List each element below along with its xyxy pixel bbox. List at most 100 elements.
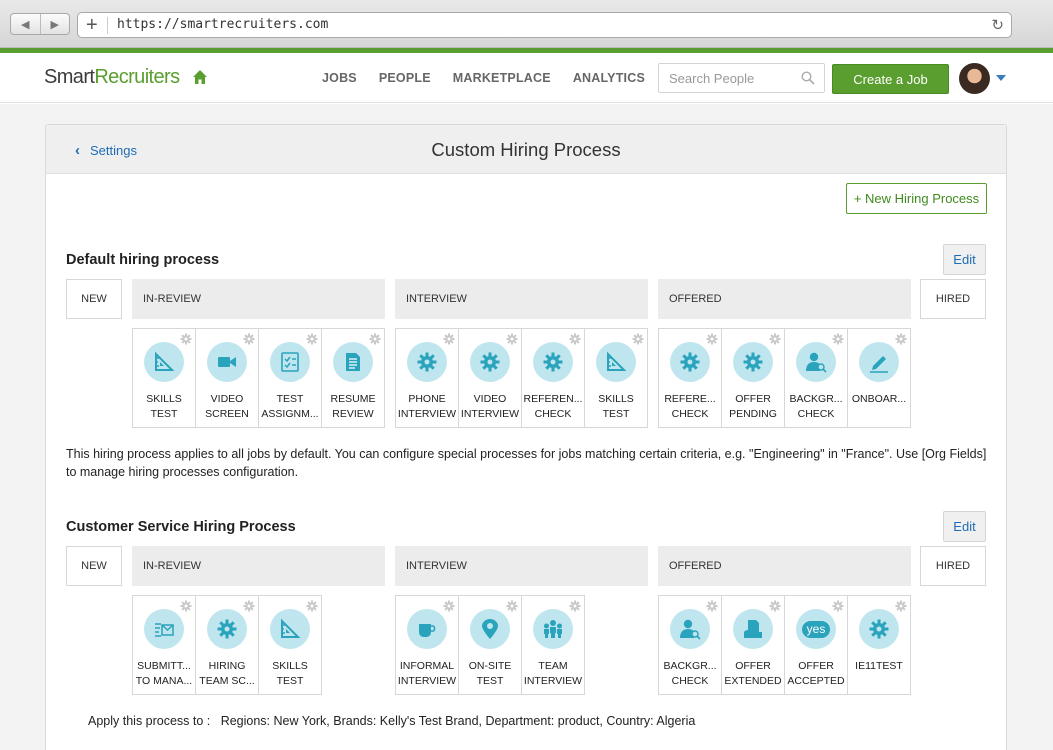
step-card[interactable]: VIDEO INTERVIEW (458, 328, 522, 428)
step-card[interactable]: TEAM INTERVIEW (521, 595, 585, 695)
stage-interview[interactable]: INTERVIEW (395, 546, 648, 586)
user-avatar[interactable] (959, 63, 990, 94)
step-card[interactable]: yes OFFER ACCEPTED (784, 595, 848, 695)
step-settings-gear-icon[interactable] (895, 332, 907, 345)
step-settings-gear-icon[interactable] (706, 599, 718, 612)
step-label: TEAM INTERVIEW (523, 660, 583, 687)
gear-icon (470, 342, 510, 382)
step-card[interactable]: SKILLS TEST (584, 328, 648, 428)
step-label: INFORMAL INTERVIEW (397, 660, 457, 687)
stage-interview[interactable]: INTERVIEW (395, 279, 648, 319)
new-tab-plus-icon[interactable]: + (86, 14, 98, 36)
step-label: OFFER ACCEPTED (787, 660, 845, 687)
stage-in-review[interactable]: IN-REVIEW (132, 279, 385, 319)
create-job-button[interactable]: Create a Job (832, 64, 949, 94)
step-label: OFFER EXTENDED (724, 660, 782, 687)
step-label: RESUME REVIEW (330, 393, 376, 420)
step-card[interactable]: INFORMAL INTERVIEW (395, 595, 459, 695)
person-search-icon (670, 609, 710, 649)
back-arrow-icon[interactable]: ◀ (11, 14, 41, 34)
step-settings-gear-icon[interactable] (895, 599, 907, 612)
step-label: BACKGR... CHECK (663, 660, 717, 687)
step-settings-gear-icon[interactable] (832, 599, 844, 612)
step-card[interactable]: REFERE... CHECK (658, 328, 722, 428)
step-label: TEST ASSIGNM... (261, 393, 319, 420)
user-menu-caret-icon[interactable] (996, 75, 1006, 81)
step-card[interactable]: OFFER EXTENDED (721, 595, 785, 695)
step-card[interactable]: PHONE INTERVIEW (395, 328, 459, 428)
step-label: PHONE INTERVIEW (397, 393, 457, 420)
step-settings-gear-icon[interactable] (443, 599, 455, 612)
step-settings-gear-icon[interactable] (769, 599, 781, 612)
stage-new[interactable]: NEW (66, 546, 122, 586)
step-card[interactable]: BACKGR... CHECK (784, 328, 848, 428)
step-settings-gear-icon[interactable] (443, 332, 455, 345)
step-settings-gear-icon[interactable] (180, 332, 192, 345)
step-settings-gear-icon[interactable] (769, 332, 781, 345)
nav-people[interactable]: PEOPLE (379, 71, 431, 85)
step-settings-gear-icon[interactable] (306, 599, 318, 612)
stage-hired[interactable]: HIRED (920, 546, 986, 586)
step-card[interactable]: ON-SITE TEST (458, 595, 522, 695)
address-bar[interactable]: + https://smartrecruiters.com ↻ (77, 12, 1012, 38)
page-title: Custom Hiring Process (431, 139, 621, 160)
nav-jobs[interactable]: JOBS (322, 71, 357, 85)
stage-in-review[interactable]: IN-REVIEW (132, 546, 385, 586)
logo-text-recruiters: Recruiters (94, 66, 180, 88)
nav-marketplace[interactable]: MARKETPLACE (453, 71, 551, 85)
process-title: Customer Service Hiring Process (66, 519, 296, 535)
person-search-icon (796, 342, 836, 382)
step-settings-gear-icon[interactable] (369, 332, 381, 345)
smartrecruiters-logo[interactable]: SmartRecruiters (44, 66, 180, 89)
step-label: SKILLS TEST (272, 660, 308, 687)
step-settings-gear-icon[interactable] (569, 332, 581, 345)
step-settings-gear-icon[interactable] (706, 332, 718, 345)
home-icon[interactable] (192, 69, 208, 85)
step-label: OFFER PENDING (729, 393, 777, 420)
step-settings-gear-icon[interactable] (306, 332, 318, 345)
stage-new[interactable]: NEW (66, 279, 122, 319)
browser-toolbar: ◀ ▶ + https://smartrecruiters.com ↻ (0, 0, 1053, 48)
new-hiring-process-button[interactable]: + New Hiring Process (846, 183, 987, 214)
step-settings-gear-icon[interactable] (569, 599, 581, 612)
step-settings-gear-icon[interactable] (632, 332, 644, 345)
main-navigation: JOBS PEOPLE MARKETPLACE ANALYTICS (322, 71, 667, 85)
step-card[interactable]: SKILLS TEST (258, 595, 322, 695)
reload-icon[interactable]: ↻ (991, 16, 1004, 34)
step-card[interactable]: OFFER PENDING (721, 328, 785, 428)
pen-icon (859, 342, 899, 382)
send-list-icon (144, 609, 184, 649)
step-card[interactable]: IE11TEST (847, 595, 911, 695)
step-card[interactable]: HIRING TEAM SC... (195, 595, 259, 695)
step-settings-gear-icon[interactable] (506, 599, 518, 612)
step-card[interactable]: REFEREN... CHECK (521, 328, 585, 428)
step-card[interactable]: ONBOAR... (847, 328, 911, 428)
step-label: HIRING TEAM SC... (199, 660, 255, 687)
step-card[interactable]: RESUME REVIEW (321, 328, 385, 428)
step-card[interactable]: BACKGR... CHECK (658, 595, 722, 695)
step-settings-gear-icon[interactable] (180, 599, 192, 612)
url-text[interactable]: https://smartrecruiters.com (117, 17, 328, 32)
nav-analytics[interactable]: ANALYTICS (573, 71, 645, 85)
edit-process-button[interactable]: Edit (943, 511, 986, 542)
search-people-input[interactable] (659, 64, 789, 92)
step-card[interactable]: VIDEO SCREEN (195, 328, 259, 428)
gear-icon (733, 342, 773, 382)
step-settings-gear-icon[interactable] (243, 599, 255, 612)
coffee-cup-icon (407, 609, 447, 649)
step-settings-gear-icon[interactable] (243, 332, 255, 345)
step-settings-gear-icon[interactable] (832, 332, 844, 345)
stage-hired[interactable]: HIRED (920, 279, 986, 319)
edit-process-button[interactable]: Edit (943, 244, 986, 275)
step-card[interactable]: SKILLS TEST (132, 328, 196, 428)
step-card[interactable]: SUBMITT... TO MANA... (132, 595, 196, 695)
map-pin-icon (470, 609, 510, 649)
stage-offered[interactable]: OFFERED (658, 279, 911, 319)
step-label: ON-SITE TEST (468, 660, 512, 687)
search-icon[interactable] (801, 71, 815, 85)
step-card[interactable]: TEST ASSIGNM... (258, 328, 322, 428)
step-label: ONBOAR... (851, 393, 907, 405)
step-settings-gear-icon[interactable] (506, 332, 518, 345)
forward-arrow-icon[interactable]: ▶ (41, 14, 70, 34)
stage-offered[interactable]: OFFERED (658, 546, 911, 586)
